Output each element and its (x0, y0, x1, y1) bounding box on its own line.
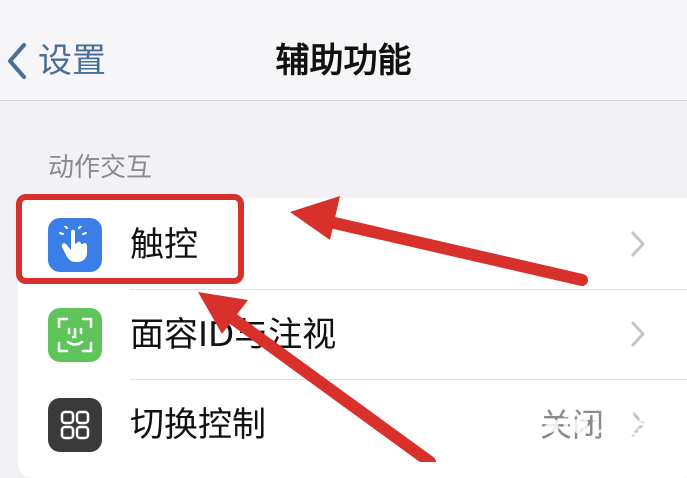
arrow-up-icon (198, 292, 436, 462)
watermark: Baidu经验 (522, 410, 665, 440)
annotation-arrows (198, 196, 588, 462)
arrow-left-icon (290, 196, 588, 286)
